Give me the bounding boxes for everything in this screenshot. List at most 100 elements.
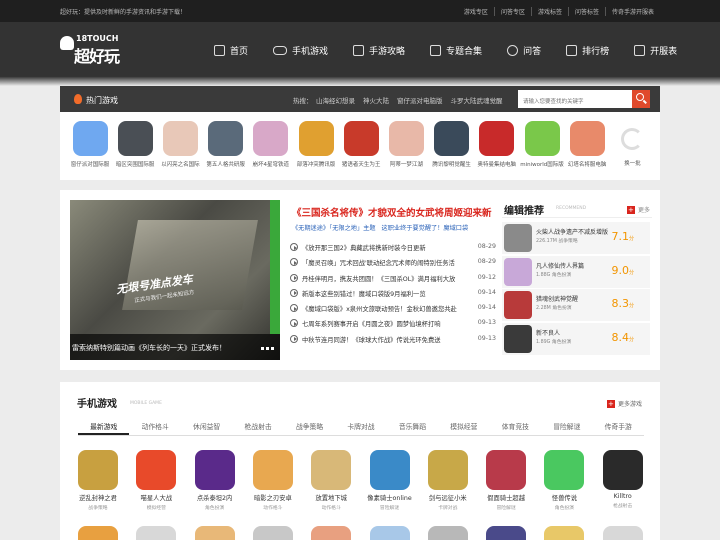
score-value: 8.3 [611, 297, 629, 310]
game-card[interactable]: 剑与远征小米 卡牌对战 [421, 450, 475, 511]
slide-dot[interactable] [271, 347, 274, 350]
game-card[interactable]: 喵星人大战 模拟经营 [129, 450, 183, 511]
category-tab[interactable]: 最新游戏 [78, 416, 130, 435]
game-card[interactable]: Killtro 枪战射击 [596, 450, 650, 509]
hot-game-item[interactable]: 奥特曼集结电脑 [473, 121, 521, 168]
editor-item-meta: 1.88G 角色扮演 [536, 272, 572, 278]
slide-caption[interactable]: 雷索纳斯特别篇动画《列车长的一天》正式发布！ [70, 334, 280, 360]
nav-home-label: 首页 [230, 47, 249, 57]
editor-more-button[interactable]: + 更多 [626, 205, 650, 214]
category-tab[interactable]: 动作格斗 [129, 416, 180, 435]
game-icon-next-row[interactable] [78, 526, 118, 540]
game-icon [504, 291, 532, 319]
slide-dots[interactable] [259, 347, 274, 350]
ghost-logo-icon [60, 36, 74, 50]
game-card[interactable]: 点杀泰坦2内 角色扮演 [188, 450, 242, 511]
hot-game-name: 换一批 [624, 161, 641, 167]
hot-word[interactable]: 窗仔派对电脑版 [397, 95, 443, 105]
category-tab[interactable]: 休闲益智 [181, 416, 232, 435]
category-tab[interactable]: 卡牌对战 [335, 416, 386, 435]
hot-game-item[interactable]: 部落冲突腾讯版 [292, 121, 340, 168]
nav-guides[interactable]: 手游攻略 [353, 44, 405, 57]
top-link-game-zone[interactable]: 游戏专区 [458, 7, 494, 16]
nav-collections[interactable]: 专题合集 [430, 44, 482, 57]
top-link-server-list[interactable]: 传奇手游开服表 [604, 7, 660, 16]
game-icon-next-row[interactable] [369, 526, 410, 540]
game-card[interactable]: 放置地下城 动作格斗 [304, 450, 358, 511]
hot-word[interactable]: 神火大陆 [363, 95, 389, 105]
game-category: 枪战射击 [613, 504, 633, 509]
hot-word[interactable]: 山海经幻想录 [316, 95, 355, 105]
flag-icon [634, 45, 646, 56]
hot-game-item[interactable]: 猪语者天生为王 [337, 121, 385, 168]
news-item[interactable]: 《放开那三国2》典藏武将携新时装今日更新 08-29 [288, 240, 496, 255]
category-tab[interactable]: 体育竞技 [490, 416, 541, 435]
category-tab[interactable]: 传奇手游 [593, 416, 644, 435]
nav-qa[interactable]: 问答 [507, 44, 541, 57]
hot-game-item[interactable]: miniworld国际版 [518, 121, 566, 168]
game-icon-next-row[interactable] [602, 526, 643, 540]
hot-game-item[interactable]: 崩坏4星穹铁道 [247, 121, 295, 168]
refresh-button[interactable]: 换一批 [608, 121, 656, 167]
news-item[interactable]: 「魔灵召唤」咒术回战'联动纪念咒术师的闹特别任务活 08-29 [288, 255, 496, 270]
top-link-qa-zone[interactable]: 问答专区 [493, 7, 531, 16]
news-item[interactable]: 新版本这些别错过！魔域口袋版9月福利一览 09-14 [288, 286, 496, 301]
refresh-icon [621, 128, 644, 150]
nav-server-list[interactable]: 开服表 [634, 44, 677, 57]
hot-game-item[interactable]: 第五人格共研服 [202, 121, 250, 168]
editor-item[interactable]: 猎魂创武神觉醒 2.28M 角色扮演 8.3分 [502, 289, 650, 321]
game-icon-next-row[interactable] [136, 526, 177, 540]
category-tab[interactable]: 冒险解谜 [541, 416, 592, 435]
hot-game-item[interactable]: 腾讯黎明觉醒生 [428, 121, 476, 168]
game-icon-next-row[interactable] [252, 526, 293, 540]
news-item[interactable]: 中秋节连月同游！《球球大作战》传说光环免费送 09-13 [288, 332, 496, 347]
game-card[interactable]: 逆乱封神之君 战争策略 [71, 450, 125, 511]
site-logo[interactable]: 18TOUCH 超好玩 [60, 34, 122, 66]
game-icon-next-row[interactable] [544, 526, 585, 540]
category-tab[interactable]: 战争策略 [284, 416, 335, 435]
game-icon-next-row[interactable] [311, 526, 352, 540]
play-icon [290, 334, 298, 343]
slide-dot[interactable] [266, 347, 269, 350]
category-tab[interactable]: 枪战射击 [232, 416, 283, 435]
game-icon [136, 450, 177, 490]
top-link-game-tags[interactable]: 游戏标签 [530, 7, 568, 16]
slide-dot[interactable] [261, 347, 264, 350]
news-item[interactable]: 《魔域口袋版》x泉州文旅联动预告！金秋幻兽邀您共赴 09-14 [288, 301, 496, 316]
news-item[interactable]: 七周年系列赛事开启《月圆之夜》圆梦仙境杯打响 09-13 [288, 316, 496, 331]
more-games-button[interactable]: + 更多游戏 [606, 399, 642, 408]
news-section: 无垠号准点发车 正式与我们一起未知远方 雷索纳斯特别篇动画《列车长的一天》正式发… [60, 190, 660, 370]
category-tab[interactable]: 音乐舞蹈 [387, 416, 438, 435]
game-icon-next-row[interactable] [486, 526, 527, 540]
game-card[interactable]: 假面骑士超越 冒险解谜 [479, 450, 533, 511]
news-sublink[interactable]: 《无期迷途》「无限之地」主题 [292, 223, 376, 232]
news-item[interactable]: 丹桂伴明月，携友共团圆！《三国杀OL》满月福利大放 09-12 [288, 271, 496, 286]
search-button[interactable] [632, 90, 650, 108]
game-icon-next-row[interactable] [194, 526, 235, 540]
hot-game-item[interactable]: 幻塔名将服电脑 [563, 121, 611, 168]
category-tab[interactable]: 模拟经营 [438, 416, 489, 435]
game-icon-next-row[interactable] [427, 526, 468, 540]
game-card[interactable]: 暗影之刃安卓 动作格斗 [246, 450, 300, 511]
news-headline[interactable]: 《三国杀名将传》才貌双全的女武将周姬迎来新 [292, 205, 496, 219]
nav-ranking[interactable]: 排行榜 [566, 44, 609, 57]
game-card[interactable]: 像素骑士online 冒险解谜 [363, 450, 417, 511]
game-card[interactable]: 怪兽传说 角色扮演 [537, 450, 591, 511]
top-link-qa-tags[interactable]: 问答标签 [567, 7, 605, 16]
hot-game-item[interactable]: 以闪亮之名国际 [156, 121, 204, 168]
nav-mobile-games[interactable]: 手机游戏 [273, 44, 328, 57]
news-slideshow[interactable]: 无垠号准点发车 正式与我们一起未知远方 雷索纳斯特别篇动画《列车长的一天》正式发… [70, 200, 280, 360]
hot-game-item[interactable]: 阿蒂一梦江湖 [382, 121, 430, 168]
hot-word[interactable]: 斗罗大陆武魂觉醒 [451, 95, 503, 105]
main-nav: 首页 手机游戏 手游攻略 专题合集 问答 排行榜 开服表 [214, 44, 702, 57]
slide-side-strip [270, 200, 280, 334]
editor-item[interactable]: 火柴人战争遗产不减反增版 226.17M 战争策略 7.1分 [502, 222, 650, 254]
editor-item[interactable]: 凡人修仙传人界篇 1.88G 角色扮演 9.0分 [502, 255, 650, 288]
hot-game-item[interactable]: 暗区突围国际服 [111, 121, 159, 168]
search-input[interactable] [518, 90, 632, 108]
editor-item[interactable]: 新不良人 1.89G 角色扮演 8.4分 [502, 322, 650, 355]
news-sublink[interactable]: 这职业终于要觉醒了！魔域口袋 [382, 223, 469, 232]
hot-game-item[interactable]: 窗仔派对国际服 [66, 121, 114, 168]
play-icon [290, 304, 298, 313]
nav-home[interactable]: 首页 [214, 44, 248, 57]
